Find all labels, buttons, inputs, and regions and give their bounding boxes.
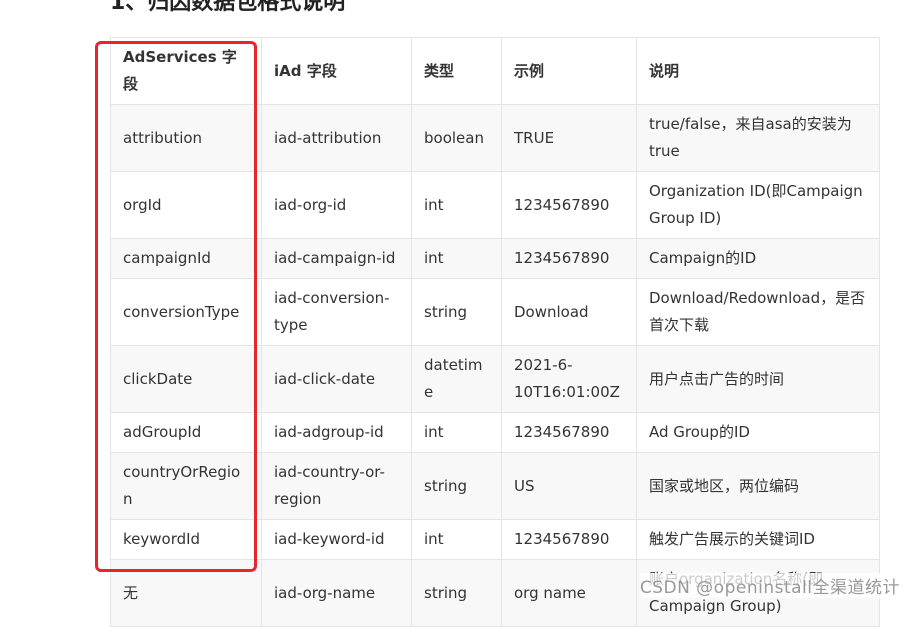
- cell-adservices-field: conversionType: [110, 278, 262, 346]
- cell-adservices-field: attribution: [110, 104, 262, 172]
- cell-description: 用户点击广告的时间: [636, 345, 880, 413]
- table-header-row: AdServices 字段 iAd 字段 类型 示例 说明: [110, 37, 880, 105]
- cell-type: string: [411, 559, 502, 627]
- cell-example: org name: [501, 559, 637, 627]
- cell-description: true/false，来自asa的安装为true: [636, 104, 880, 172]
- cell-type: int: [411, 519, 502, 560]
- cell-type: string: [411, 452, 502, 520]
- cell-iad-field: iad-conversion-type: [261, 278, 412, 346]
- table-row: conversionType iad-conversion-type strin…: [110, 278, 880, 346]
- cell-example: Download: [501, 278, 637, 346]
- cell-iad-field: iad-click-date: [261, 345, 412, 413]
- watermark: CSDN @openinstall全渠道统计: [639, 573, 900, 598]
- header-iad-field: iAd 字段: [261, 37, 412, 105]
- cell-type: int: [411, 412, 502, 453]
- cell-type: datetime: [411, 345, 502, 413]
- cell-adservices-field: adGroupId: [110, 412, 262, 453]
- header-description: 说明: [636, 37, 880, 105]
- cell-iad-field: iad-adgroup-id: [261, 412, 412, 453]
- cell-description: Ad Group的ID: [636, 412, 880, 453]
- cell-description: Organization ID(即Campaign Group ID): [636, 171, 880, 239]
- table-row: orgId iad-org-id int 1234567890 Organiza…: [110, 171, 880, 239]
- cell-example: TRUE: [501, 104, 637, 172]
- cell-adservices-field: countryOrRegion: [110, 452, 262, 520]
- cell-description: 国家或地区，两位编码: [636, 452, 880, 520]
- table-row: adGroupId iad-adgroup-id int 1234567890 …: [110, 412, 880, 453]
- cell-example: US: [501, 452, 637, 520]
- attribution-field-table: AdServices 字段 iAd 字段 类型 示例 说明 attributio…: [110, 37, 880, 627]
- cell-type: int: [411, 238, 502, 279]
- cell-iad-field: iad-keyword-id: [261, 519, 412, 560]
- cell-adservices-field: keywordId: [110, 519, 262, 560]
- cell-example: 2021-6-10T16:01:00Z: [501, 345, 637, 413]
- cell-example: 1234567890: [501, 238, 637, 279]
- cell-adservices-field: clickDate: [110, 345, 262, 413]
- cell-adservices-field: campaignId: [110, 238, 262, 279]
- cell-example: 1234567890: [501, 171, 637, 239]
- cell-type: int: [411, 171, 502, 239]
- cell-adservices-field: 无: [110, 559, 262, 627]
- header-example: 示例: [501, 37, 637, 105]
- table-row: countryOrRegion iad-country-or-region st…: [110, 452, 880, 520]
- cell-adservices-field: orgId: [110, 171, 262, 239]
- cell-iad-field: iad-org-id: [261, 171, 412, 239]
- table-row: campaignId iad-campaign-id int 123456789…: [110, 238, 880, 279]
- header-type: 类型: [411, 37, 502, 105]
- cell-description: Campaign的ID: [636, 238, 880, 279]
- cell-iad-field: iad-campaign-id: [261, 238, 412, 279]
- cell-description: Download/Redownload，是否首次下载: [636, 278, 880, 346]
- table-row: clickDate iad-click-date datetime 2021-6…: [110, 345, 880, 413]
- table-row: attribution iad-attribution boolean TRUE…: [110, 104, 880, 172]
- cell-type: string: [411, 278, 502, 346]
- cell-iad-field: iad-country-or-region: [261, 452, 412, 520]
- cell-iad-field: iad-attribution: [261, 104, 412, 172]
- section-heading: 1、归因数据包格式说明: [110, 0, 346, 15]
- header-adservices-field: AdServices 字段: [110, 37, 262, 105]
- cell-example: 1234567890: [501, 412, 637, 453]
- table-row: keywordId iad-keyword-id int 1234567890 …: [110, 519, 880, 560]
- cell-type: boolean: [411, 104, 502, 172]
- cell-example: 1234567890: [501, 519, 637, 560]
- cell-description: 触发广告展示的关键词ID: [636, 519, 880, 560]
- cell-iad-field: iad-org-name: [261, 559, 412, 627]
